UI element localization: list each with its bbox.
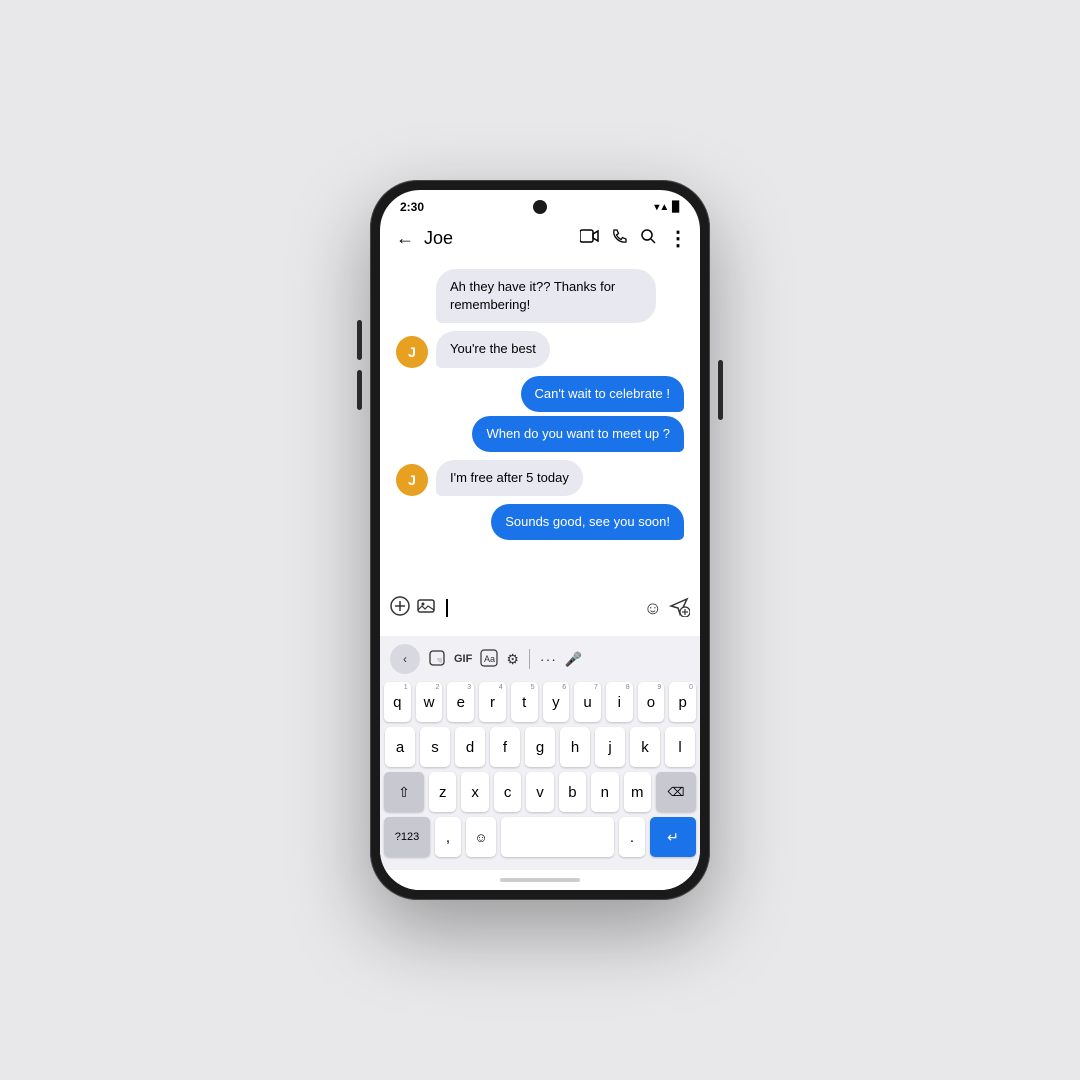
phone-call-icon[interactable] <box>612 228 628 249</box>
key-r[interactable]: r4 <box>479 682 506 722</box>
key-k[interactable]: k <box>630 727 660 767</box>
key-v[interactable]: v <box>526 772 553 812</box>
key-u[interactable]: u7 <box>574 682 601 722</box>
sticker-icon[interactable] <box>428 649 446 670</box>
message-bubble: When do you want to meet up ? <box>472 416 684 452</box>
contact-name: Joe <box>424 228 574 249</box>
search-icon[interactable] <box>640 228 656 249</box>
cursor <box>446 599 448 617</box>
key-g[interactable]: g <box>525 727 555 767</box>
send-icon[interactable] <box>668 595 690 622</box>
home-bar <box>500 878 580 882</box>
more-icon[interactable]: ··· <box>540 651 557 667</box>
media-icon[interactable] <box>416 596 436 621</box>
key-w[interactable]: w2 <box>416 682 443 722</box>
key-o[interactable]: o9 <box>638 682 665 722</box>
key-c[interactable]: c <box>494 772 521 812</box>
key-i[interactable]: i8 <box>606 682 633 722</box>
key-f[interactable]: f <box>490 727 520 767</box>
message-row: J You're the best <box>396 331 684 367</box>
keyboard-back-button[interactable]: ‹ <box>390 644 420 674</box>
key-j[interactable]: j <box>595 727 625 767</box>
bubble-group: Can't wait to celebrate ! When do you wa… <box>472 376 684 452</box>
backspace-key[interactable]: ⌫ <box>656 772 696 812</box>
key-x[interactable]: x <box>461 772 488 812</box>
space-key[interactable] <box>501 817 614 857</box>
key-d[interactable]: d <box>455 727 485 767</box>
key-h[interactable]: h <box>560 727 590 767</box>
message-row: J I'm free after 5 today <box>396 460 684 496</box>
home-indicator <box>380 870 700 890</box>
key-y[interactable]: y6 <box>543 682 570 722</box>
keyboard-row-4: ?123 , ☺ . ↵ <box>384 817 696 857</box>
key-t[interactable]: t5 <box>511 682 538 722</box>
message-bubble: Ah they have it?? Thanks for remembering… <box>436 269 656 323</box>
input-row: ☺ <box>390 590 690 626</box>
wifi-icon: ▉ <box>672 202 680 213</box>
svg-text:Aa: Aa <box>484 654 495 664</box>
message-bubble: You're the best <box>436 331 550 367</box>
shift-key[interactable]: ⇧ <box>384 772 424 812</box>
message-row: Ah they have it?? Thanks for remembering… <box>396 269 684 323</box>
avatar: J <box>396 464 428 496</box>
message-bubble: Can't wait to celebrate ! <box>521 376 684 412</box>
bubble-group: Ah they have it?? Thanks for remembering… <box>436 269 656 323</box>
enter-key[interactable]: ↵ <box>650 817 696 857</box>
status-icons: ▾▲ ▉ <box>654 202 680 213</box>
camera-notch <box>533 200 547 214</box>
message-bubble: Sounds good, see you soon! <box>491 504 684 540</box>
signal-icon: ▾▲ <box>654 202 669 213</box>
bubble-group: I'm free after 5 today <box>436 460 583 496</box>
phone-device: 2:30 ▾▲ ▉ ← Joe <box>370 180 710 900</box>
key-q[interactable]: q1 <box>384 682 411 722</box>
key-period[interactable]: . <box>619 817 645 857</box>
add-attachment-icon[interactable] <box>390 596 410 621</box>
message-bubble: I'm free after 5 today <box>436 460 583 496</box>
key-comma[interactable]: , <box>435 817 461 857</box>
bubble-group: You're the best <box>436 331 550 367</box>
symbols-key[interactable]: ?123 <box>384 817 430 857</box>
message-row: Sounds good, see you soon! <box>396 504 684 540</box>
key-e[interactable]: e3 <box>447 682 474 722</box>
keyboard-row-1: q1 w2 e3 r4 t5 y6 u7 i8 o9 p0 <box>384 682 696 722</box>
mic-icon[interactable]: 🎤 <box>565 651 582 668</box>
back-button[interactable]: ← <box>392 224 418 253</box>
more-options-icon[interactable]: ⋮ <box>668 226 688 251</box>
translate-icon[interactable]: Aa <box>480 649 498 670</box>
toolbar-divider <box>529 649 530 669</box>
keyboard: ‹ GIF Aa ⚙ ··· 🎤 <box>380 636 700 870</box>
avatar: J <box>396 336 428 368</box>
key-n[interactable]: n <box>591 772 618 812</box>
key-m[interactable]: m <box>624 772 651 812</box>
app-bar-icons: ⋮ <box>580 226 688 251</box>
key-b[interactable]: b <box>559 772 586 812</box>
keyboard-toolbar: ‹ GIF Aa ⚙ ··· 🎤 <box>384 640 696 678</box>
bubble-group: Sounds good, see you soon! <box>491 504 684 540</box>
key-z[interactable]: z <box>429 772 456 812</box>
message-input[interactable] <box>442 590 638 626</box>
key-emoji[interactable]: ☺ <box>466 817 496 857</box>
message-row: Can't wait to celebrate ! When do you wa… <box>396 376 684 452</box>
phone-screen: 2:30 ▾▲ ▉ ← Joe <box>380 190 700 890</box>
video-call-icon[interactable] <box>580 229 600 248</box>
keyboard-row-2: a s d f g h j k l <box>384 727 696 767</box>
status-time: 2:30 <box>400 200 424 214</box>
keyboard-row-3: ⇧ z x c v b n m ⌫ <box>384 772 696 812</box>
key-l[interactable]: l <box>665 727 695 767</box>
key-s[interactable]: s <box>420 727 450 767</box>
chat-area: Ah they have it?? Thanks for remembering… <box>380 261 700 582</box>
app-bar: ← Joe <box>380 218 700 261</box>
key-a[interactable]: a <box>385 727 415 767</box>
input-area: ☺ <box>380 582 700 636</box>
key-p[interactable]: p0 <box>669 682 696 722</box>
emoji-icon[interactable]: ☺ <box>644 598 662 619</box>
settings-icon[interactable]: ⚙ <box>506 651 519 668</box>
gif-button[interactable]: GIF <box>454 653 472 665</box>
